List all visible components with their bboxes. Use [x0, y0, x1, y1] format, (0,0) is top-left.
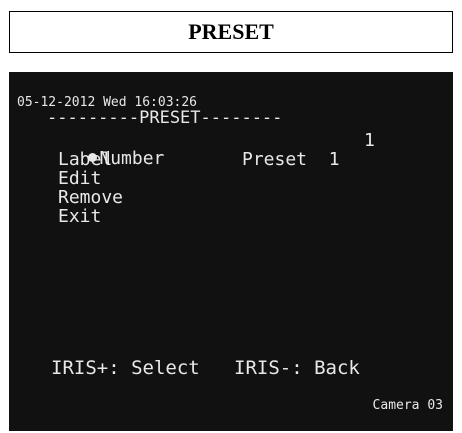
- camera-osd-screen: 05-12-2012 Wed 16:03:26 ---------PRESET-…: [9, 72, 453, 431]
- menu-item-value: Preset 1: [242, 149, 340, 170]
- back-hint: IRIS-: Back: [234, 357, 360, 379]
- menu-item-value: 1: [364, 130, 375, 151]
- menu-item-remove[interactable]: Remove: [58, 189, 123, 207]
- control-hints: IRIS+: Select IRIS-: Back: [51, 359, 360, 378]
- menu-item-exit[interactable]: Exit: [58, 208, 101, 226]
- menu-item-edit[interactable]: Edit: [58, 170, 101, 188]
- camera-label: Camera 03: [372, 398, 443, 413]
- select-hint: IRIS+: Select: [51, 357, 200, 379]
- page-title: PRESET: [9, 11, 453, 53]
- menu-header: ---------PRESET--------: [47, 108, 283, 128]
- menu-item-label[interactable]: Label: [58, 151, 112, 169]
